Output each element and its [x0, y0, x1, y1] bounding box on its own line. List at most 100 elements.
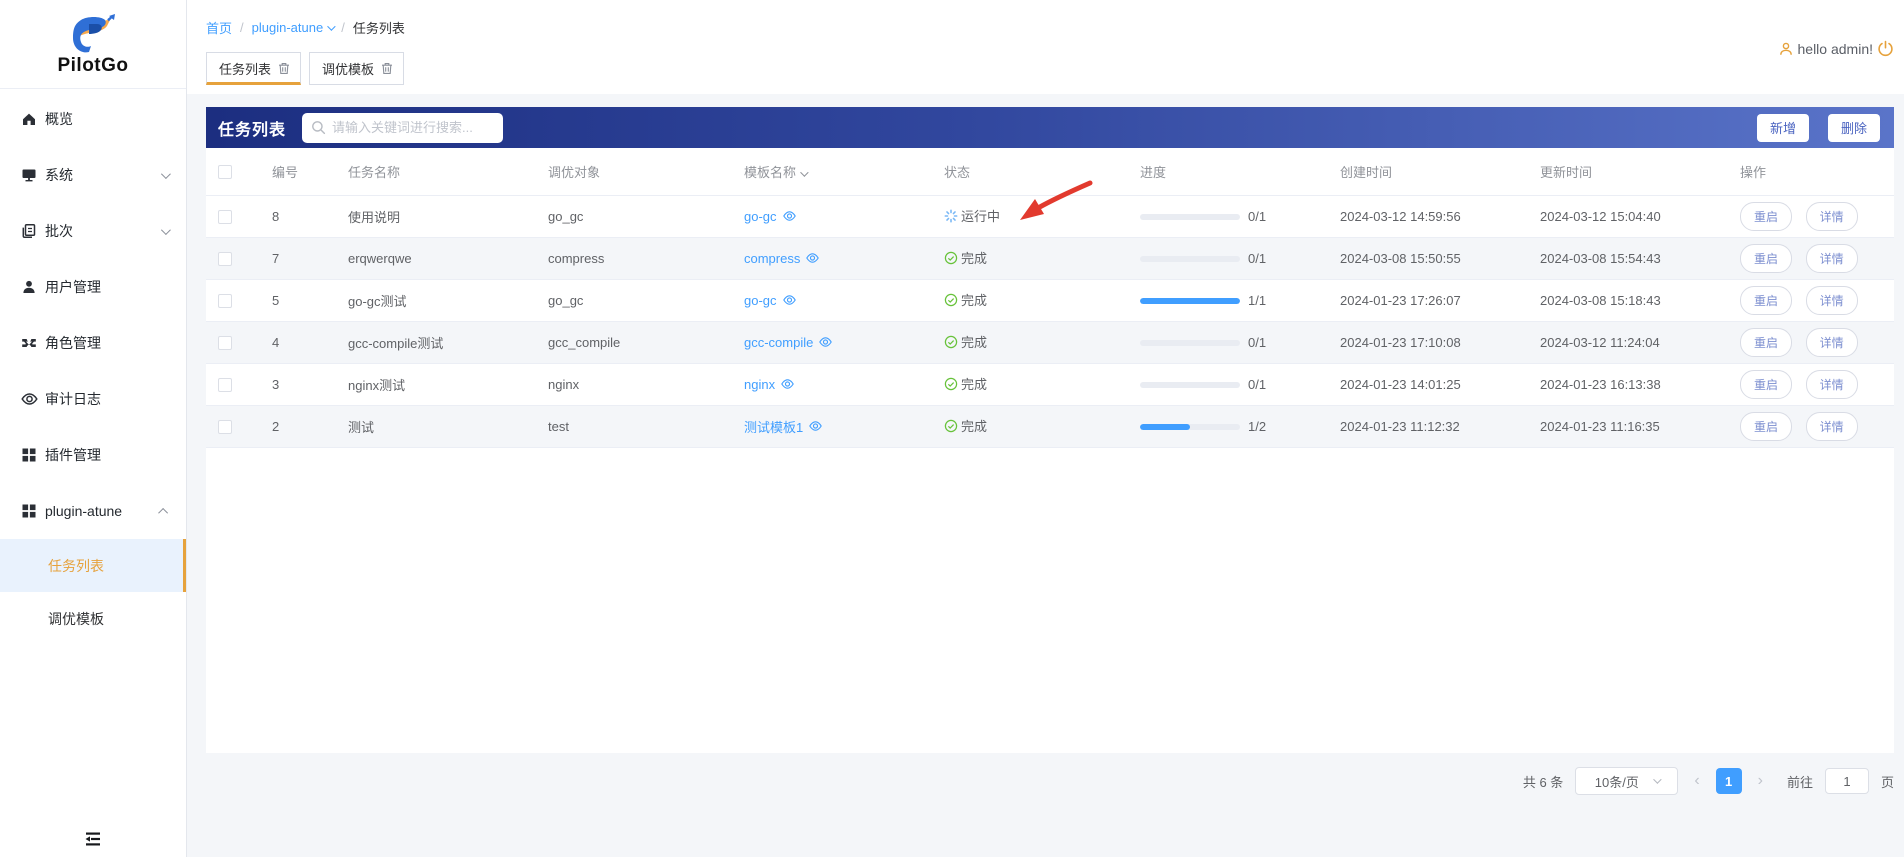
- template-link[interactable]: go-gc: [744, 293, 797, 308]
- status-badge: 运行中: [944, 206, 1000, 225]
- page-unit-label: 页: [1880, 774, 1894, 790]
- updated-time: 2024-03-12 15:04:40: [1528, 195, 1728, 238]
- sidebar-item-users[interactable]: 用户管理: [0, 259, 186, 315]
- goto-label: 前往: [1786, 774, 1813, 790]
- row-checkbox[interactable]: [218, 293, 232, 308]
- delete-button[interactable]: 删除: [1827, 113, 1880, 142]
- breadcrumb-plugin-link[interactable]: plugin-atune: [252, 20, 336, 35]
- row-checkbox[interactable]: [218, 251, 232, 266]
- detail-button[interactable]: 详情: [1805, 411, 1858, 441]
- progress-label: 0/1: [1248, 251, 1267, 267]
- trash-icon[interactable]: [278, 62, 290, 75]
- template-link[interactable]: gcc-compile: [744, 335, 833, 350]
- sidebar-item-plugins[interactable]: 插件管理: [0, 427, 186, 483]
- user-greeting: hello admin!: [1778, 40, 1895, 57]
- sidebar-item-audit[interactable]: 审计日志: [0, 371, 186, 427]
- restart-button[interactable]: 重启: [1740, 411, 1793, 441]
- tab-label: 任务列表: [219, 62, 272, 77]
- tab-tuning-template[interactable]: 调优模板: [309, 52, 405, 85]
- sidebar-item-system[interactable]: 系统: [0, 147, 186, 203]
- sidebar-item-label: 审计日志: [45, 391, 101, 407]
- page-size-select[interactable]: 10条/页: [1575, 767, 1679, 795]
- status-badge: 完成: [944, 248, 987, 267]
- search-box: [302, 112, 504, 143]
- sidebar-collapse-button[interactable]: [0, 831, 186, 847]
- table-row: 2 测试 test 测试模板1 完成 1/2 2024-01-23 11:12:…: [206, 405, 1894, 448]
- restart-button[interactable]: 重启: [1740, 243, 1793, 273]
- sidebar-item-overview[interactable]: 概览: [0, 91, 186, 147]
- chevron-down-icon: [327, 21, 336, 31]
- prev-page-button[interactable]: ‹: [1690, 772, 1703, 790]
- view-eye-icon[interactable]: [808, 419, 823, 433]
- page-number-button[interactable]: 1: [1715, 768, 1742, 794]
- search-input[interactable]: [302, 112, 504, 143]
- template-link[interactable]: go-gc: [744, 209, 797, 224]
- tuning-object: gcc_compile: [536, 321, 732, 364]
- sidebar-item-plugin-atune[interactable]: plugin-atune: [0, 483, 186, 539]
- task-table: 编号 任务名称 调优对象 模板名称 状态 进度 创建时间 更新时间 操作 8 使…: [206, 148, 1894, 448]
- created-time: 2024-03-12 14:59:56: [1328, 195, 1528, 238]
- breadcrumb-home-link[interactable]: 首页: [206, 18, 232, 37]
- sidebar-item-roles[interactable]: 角色管理: [0, 315, 186, 371]
- monitor-icon: [20, 166, 38, 184]
- logo-block: PilotGo: [0, 0, 186, 89]
- status-done-icon: [944, 251, 958, 265]
- next-page-button[interactable]: ›: [1754, 772, 1767, 790]
- tuning-object: test: [536, 405, 732, 448]
- status-text: 完成: [961, 377, 988, 393]
- progress-track: [1140, 255, 1240, 262]
- tuning-object: nginx: [536, 363, 732, 406]
- sidebar-subitem-task-list[interactable]: 任务列表: [0, 539, 186, 592]
- progress-track: [1140, 339, 1240, 346]
- row-checkbox[interactable]: [218, 335, 232, 350]
- add-button[interactable]: 新增: [1756, 113, 1809, 142]
- col-actions: 操作: [1728, 148, 1894, 196]
- task-list-panel: 任务列表 新增 删除: [206, 107, 1894, 753]
- grid-icon: [20, 502, 38, 520]
- sort-caret-icon: [800, 168, 809, 177]
- task-id: 8: [260, 195, 336, 238]
- updated-time: 2024-03-12 11:24:04: [1528, 321, 1728, 364]
- restart-button[interactable]: 重启: [1740, 201, 1793, 231]
- row-checkbox[interactable]: [218, 419, 232, 434]
- sidebar-subitem-tuning-template[interactable]: 调优模板: [0, 592, 186, 645]
- template-link[interactable]: compress: [744, 251, 820, 266]
- view-eye-icon[interactable]: [818, 335, 833, 349]
- goto-page-input[interactable]: [1824, 768, 1869, 794]
- view-eye-icon[interactable]: [782, 209, 797, 223]
- detail-button[interactable]: 详情: [1805, 327, 1858, 357]
- view-eye-icon[interactable]: [780, 377, 795, 391]
- view-eye-icon[interactable]: [805, 251, 820, 265]
- detail-button[interactable]: 详情: [1805, 369, 1858, 399]
- col-template-name[interactable]: 模板名称: [732, 148, 932, 196]
- created-time: 2024-01-23 14:01:25: [1328, 363, 1528, 406]
- col-status: 状态: [932, 148, 1128, 196]
- restart-button[interactable]: 重启: [1740, 369, 1793, 399]
- row-checkbox[interactable]: [218, 209, 232, 224]
- greeting-text: hello admin!: [1797, 40, 1874, 57]
- detail-button[interactable]: 详情: [1805, 243, 1858, 273]
- template-link[interactable]: 测试模板1: [744, 417, 823, 436]
- sidebar-subitem-label: 任务列表: [48, 557, 104, 574]
- sidebar-item-label: 批次: [45, 223, 73, 239]
- restart-button[interactable]: 重启: [1740, 285, 1793, 315]
- sidebar-item-batch[interactable]: 批次: [0, 203, 186, 259]
- power-icon[interactable]: [1877, 40, 1894, 57]
- tuning-object: go_gc: [536, 279, 732, 322]
- breadcrumb-current: 任务列表: [352, 21, 405, 36]
- content-area: 任务列表 新增 删除: [187, 94, 1904, 857]
- progress-track: [1140, 381, 1240, 388]
- status-done-icon: [944, 293, 958, 307]
- detail-button[interactable]: 详情: [1805, 285, 1858, 315]
- detail-button[interactable]: 详情: [1805, 201, 1858, 231]
- template-link[interactable]: nginx: [744, 377, 795, 392]
- trash-icon[interactable]: [381, 62, 393, 75]
- task-id: 3: [260, 363, 336, 406]
- progress: 0/1: [1140, 251, 1266, 266]
- select-all-checkbox[interactable]: [218, 165, 232, 180]
- tuning-object: compress: [536, 237, 732, 280]
- view-eye-icon[interactable]: [782, 293, 797, 307]
- restart-button[interactable]: 重启: [1740, 327, 1793, 357]
- row-checkbox[interactable]: [218, 377, 232, 392]
- tab-task-list[interactable]: 任务列表: [206, 52, 302, 85]
